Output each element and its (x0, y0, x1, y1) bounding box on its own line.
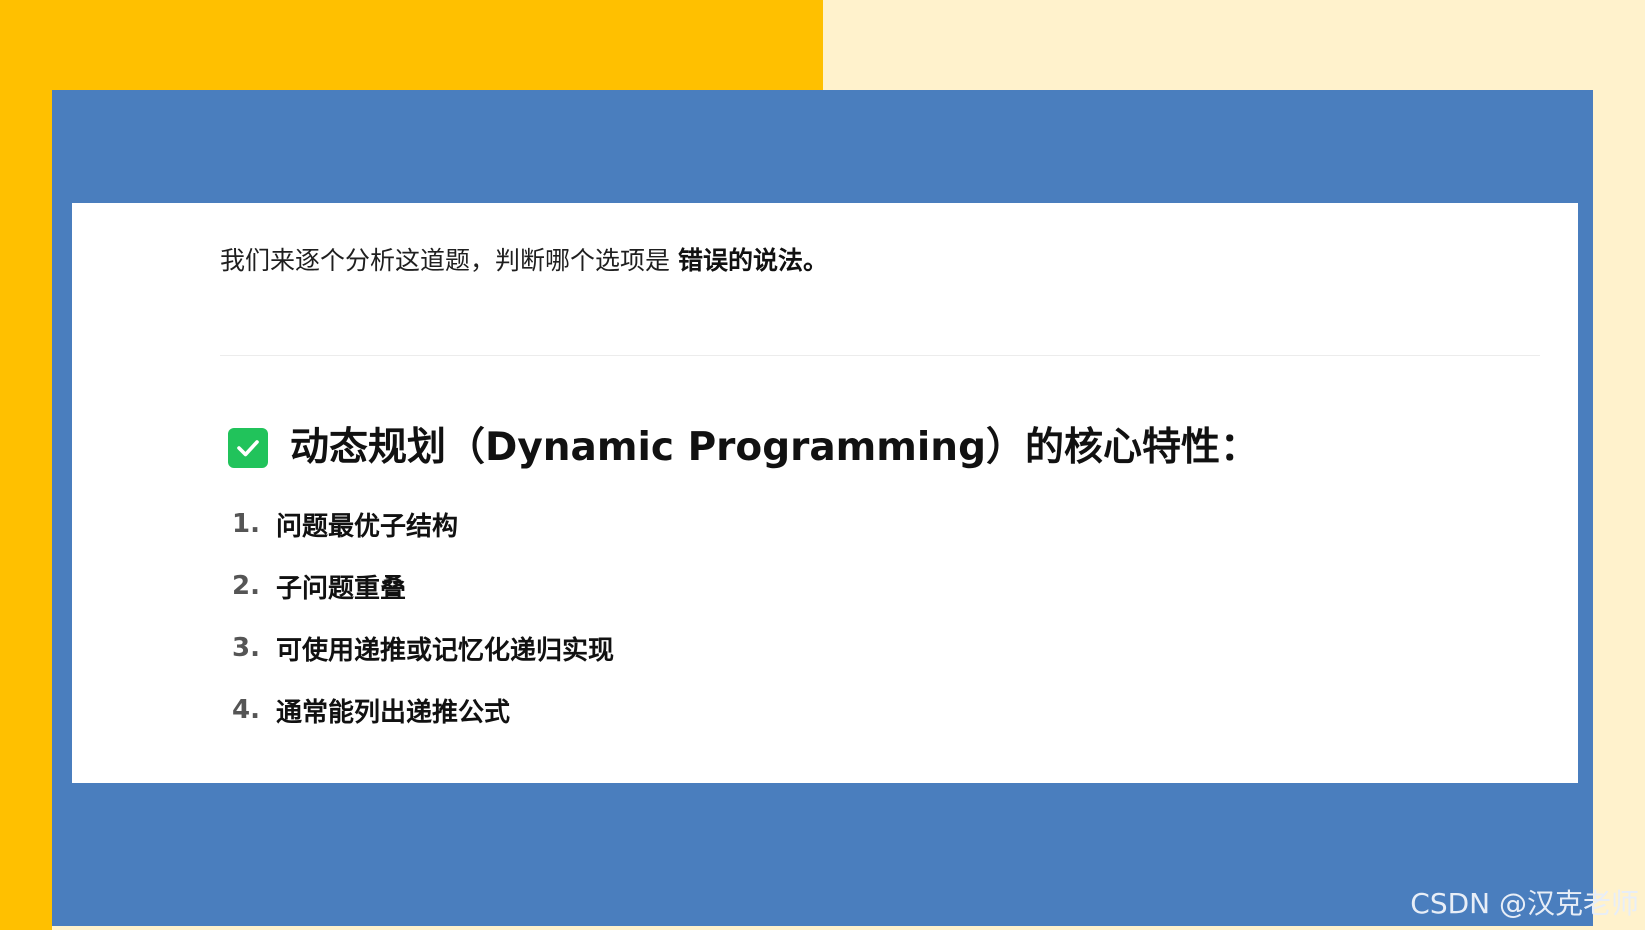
list-item: 2. 子问题重叠 (232, 555, 614, 617)
yellow-left-band (0, 0, 52, 930)
check-icon (228, 428, 268, 468)
list-item-text: 通常能列出递推公式 (276, 697, 511, 728)
yellow-top-band (0, 0, 823, 90)
intro-text: 我们来逐个分析这道题，判断哪个选项是 (220, 246, 671, 275)
section-heading: 动态规划（Dynamic Programming）的核心特性： (228, 423, 1259, 473)
divider (220, 355, 1540, 356)
list-item-text: 子问题重叠 (276, 573, 407, 604)
list-item-text: 可使用递推或记忆化递归实现 (276, 635, 615, 666)
list-item-number: 3. (232, 633, 260, 663)
list-item: 1. 问题最优子结构 (232, 493, 614, 555)
properties-list: 1. 问题最优子结构 2. 子问题重叠 3. 可使用递推或记忆化递归实现 4. … (232, 493, 614, 741)
list-item-number: 4. (232, 695, 260, 725)
heading-text: 动态规划（Dynamic Programming）的核心特性： (290, 425, 1259, 470)
list-item: 4. 通常能列出递推公式 (232, 679, 614, 741)
list-item: 3. 可使用递推或记忆化递归实现 (232, 617, 614, 679)
intro-emphasis: 错误的说法。 (677, 246, 828, 275)
list-item-number: 2. (232, 571, 260, 601)
intro-paragraph: 我们来逐个分析这道题，判断哪个选项是 错误的说法。 (220, 241, 828, 281)
list-item-number: 1. (232, 509, 260, 539)
list-item-text: 问题最优子结构 (276, 511, 459, 542)
content-card: 我们来逐个分析这道题，判断哪个选项是 错误的说法。 动态规划（Dynamic P… (72, 203, 1578, 783)
watermark: CSDN @汉克老师 (1410, 887, 1639, 920)
